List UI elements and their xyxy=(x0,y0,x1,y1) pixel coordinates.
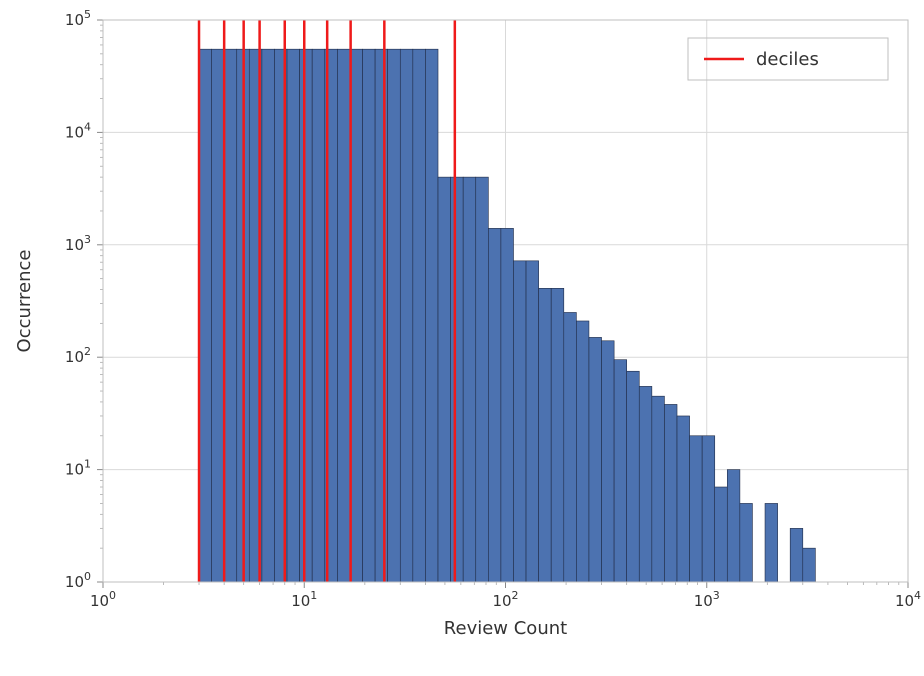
histogram-bar xyxy=(564,312,577,582)
histogram-bar xyxy=(664,404,677,582)
histogram-bar xyxy=(425,49,438,582)
histogram-bar xyxy=(576,321,589,582)
histogram-chart: 100 101 102 103 104 100 101 102 103 104 105 Review … xyxy=(0,0,924,676)
histogram-bar xyxy=(513,261,526,582)
histogram-bar xyxy=(312,49,325,582)
svg-text:101: 101 xyxy=(291,589,317,610)
histogram-bar xyxy=(602,341,615,582)
svg-text:103: 103 xyxy=(65,233,91,254)
histogram-bar xyxy=(363,49,376,582)
histogram-bar xyxy=(300,49,313,582)
histogram-bar xyxy=(715,487,728,582)
histogram-bar xyxy=(501,228,514,582)
histogram-bar xyxy=(526,261,539,582)
histogram-bar xyxy=(690,436,703,582)
histogram-bar xyxy=(224,49,237,582)
histogram-bar xyxy=(413,49,426,582)
svg-text:103: 103 xyxy=(694,589,720,610)
svg-text:104: 104 xyxy=(65,120,91,141)
histogram-bar xyxy=(627,371,640,582)
histogram-bar xyxy=(551,288,564,582)
histogram-bar xyxy=(287,49,300,582)
histogram-bar xyxy=(337,49,350,582)
svg-text:102: 102 xyxy=(492,589,518,610)
svg-text:100: 100 xyxy=(65,570,91,591)
histogram-bar xyxy=(677,416,690,582)
svg-text:100: 100 xyxy=(90,589,116,610)
svg-text:105: 105 xyxy=(65,8,91,29)
histogram-bar xyxy=(488,228,501,582)
histogram-bar xyxy=(740,503,753,582)
histogram-bar xyxy=(451,177,464,582)
histogram-bar xyxy=(463,177,476,582)
histogram-bar xyxy=(652,396,665,582)
svg-text:102: 102 xyxy=(65,345,91,366)
histogram-bar xyxy=(199,49,212,582)
histogram-bar xyxy=(702,436,715,582)
histogram-bar xyxy=(803,548,816,582)
histogram-bar xyxy=(589,337,602,582)
histogram-bar xyxy=(765,503,778,582)
x-axis-label: Review Count xyxy=(444,618,567,639)
histogram-bar xyxy=(400,49,413,582)
legend-label: deciles xyxy=(756,49,819,70)
histogram-bar xyxy=(614,360,627,582)
y-axis-label: Occurrence xyxy=(14,250,35,353)
histogram-bar xyxy=(539,288,552,582)
histogram-bar xyxy=(639,386,652,582)
chart-svg: 100 101 102 103 104 100 101 102 103 104 105 Review … xyxy=(0,0,924,676)
histogram-bar xyxy=(262,49,275,582)
histogram-bar xyxy=(476,177,489,582)
histogram-bar xyxy=(790,528,803,582)
histogram-bar xyxy=(388,49,401,582)
svg-text:101: 101 xyxy=(65,458,91,479)
histogram-bar xyxy=(375,49,388,582)
histogram-bar xyxy=(438,177,451,582)
svg-text:104: 104 xyxy=(895,589,921,610)
histogram-bar xyxy=(727,470,740,582)
histogram-bar xyxy=(211,49,224,582)
